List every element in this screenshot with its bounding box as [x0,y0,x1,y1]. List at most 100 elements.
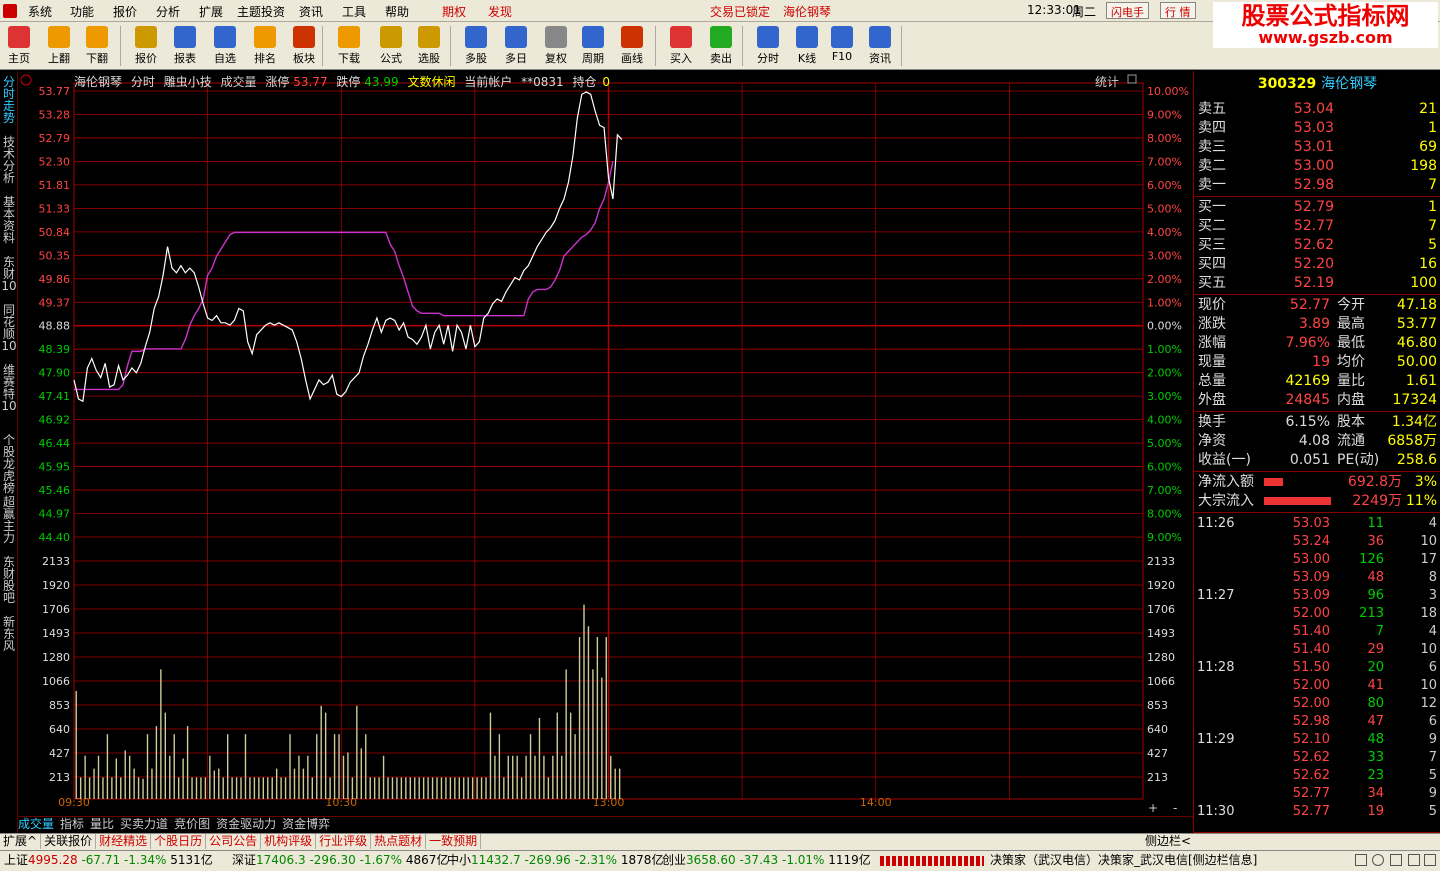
menu-info[interactable]: 资讯 [299,3,323,20]
ask-row[interactable]: 卖二 53.00 198 [1194,157,1440,176]
info-mode[interactable]: 分时 [131,75,155,89]
chart-tab[interactable]: 指标 [60,817,84,832]
chart-tab[interactable]: 资金博弈 [282,817,330,832]
index-chinext[interactable]: 创业3658.60 -37.43 -1.01% 1119亿 [662,851,871,870]
formula-button[interactable]: 公式 [374,24,408,68]
download-button[interactable]: 下载 [332,24,366,68]
ask-row[interactable]: 卖四 53.03 1 [1194,119,1440,138]
f10-button[interactable]: F10 [825,24,859,68]
draw-line-button[interactable]: 画线 [615,24,649,68]
bottom-tab[interactable]: 公司公告 [206,834,262,849]
bottom-tab[interactable]: 一致预期 [426,834,482,849]
bottom-tab[interactable]: 关联报价 [41,834,97,849]
stock-code: 300329 [1257,76,1317,92]
page-up-button[interactable]: 上翻 [42,24,76,68]
watchlist-button[interactable]: 自选 [208,24,242,68]
info-indicator[interactable]: 雕虫小技 [164,75,212,89]
stat-value: 4.08 [1298,433,1330,449]
adjust-button[interactable]: 复权 [539,24,573,68]
tick-row: 52.00 41 10 [1194,677,1440,695]
settings-icon[interactable] [1408,854,1420,866]
sell-button[interactable]: 卖出 [704,24,738,68]
chart-tab[interactable]: 买卖力道 [120,817,168,832]
tick-price: 52.00 [1292,678,1330,693]
bid-row[interactable]: 买五 52.19 100 [1194,274,1440,293]
kline-button[interactable]: K线 [790,24,824,68]
tick-count: 4 [1428,624,1437,639]
quote-button[interactable]: 行 情 [1160,2,1196,19]
intraday-chart[interactable]: 53.77 10.00% 53.28 9.00% 52.79 8.00% 52.30 7.00… [18,71,1193,816]
index-shanghai[interactable]: 上证4995.28 -67.71 -1.34% 5131亿 [4,851,213,870]
chart-tab[interactable]: 成交量 [18,817,54,832]
intraday-button[interactable]: 分时 [751,24,785,68]
globe-icon[interactable] [1372,854,1384,866]
zoom-out-icon[interactable]: - [1173,801,1177,815]
menu-extend[interactable]: 扩展 [199,3,223,20]
menu-tools[interactable]: 工具 [342,3,366,20]
ranking-button[interactable]: 排名 [248,24,282,68]
menu-option[interactable]: 期权 [442,3,466,20]
sector-button[interactable]: 板块 [287,24,321,68]
lock-icon[interactable] [1424,854,1436,866]
bid-row[interactable]: 买一 52.79 1 [1194,198,1440,217]
page-up-icon [48,26,70,48]
side-toggle[interactable]: 侧边栏< [1142,834,1194,849]
leftnav-tab[interactable]: 东财股吧 [1,556,17,614]
leftnav-tab[interactable]: 超赢主力 [1,496,17,554]
period-button[interactable]: 周期 [576,24,610,68]
leftnav-tab[interactable]: 东财10 [1,256,17,300]
home-button[interactable]: 主页 [2,24,36,68]
menu-help[interactable]: 帮助 [385,3,409,20]
leftnav-tab[interactable]: 基本资料 [1,196,17,254]
news-icon [869,26,891,48]
tick-count: 7 [1428,750,1437,765]
chart-tab[interactable]: 竞价图 [174,817,210,832]
chart-tab[interactable]: 资金驱动力 [216,817,276,832]
zoom-in-icon[interactable]: + [1148,801,1158,815]
leftnav-tab[interactable]: 分时走势 [1,76,17,134]
menu-function[interactable]: 功能 [70,3,94,20]
menu-analysis[interactable]: 分析 [156,3,180,20]
menu-theme-invest[interactable]: 主题投资 [237,3,285,20]
news-button[interactable]: 资讯 [863,24,897,68]
tick-row: 51.40 7 4 [1194,623,1440,641]
stock-picker-button[interactable]: 选股 [412,24,446,68]
bid-row[interactable]: 买二 52.77 7 [1194,217,1440,236]
window-icon[interactable] [1355,854,1367,866]
flash-trade-button[interactable]: 闪电手 [1106,2,1149,19]
sound-icon[interactable] [1390,854,1402,866]
ask-row[interactable]: 卖一 52.98 7 [1194,176,1440,195]
leftnav-tab[interactable]: 维赛特10 [1,364,17,432]
bottom-tab[interactable]: 热点题材 [371,834,427,849]
chart-svg[interactable]: 53.77 10.00% 53.28 9.00% 52.79 8.00% 52.30 7.00… [18,71,1193,816]
menu-discover[interactable]: 发现 [488,3,512,20]
bid-row[interactable]: 买三 52.62 5 [1194,236,1440,255]
multi-day-button[interactable]: 多日 [499,24,533,68]
leftnav-tab[interactable]: 个股龙虎榜 [1,434,17,494]
bottom-tab[interactable]: 机构评级 [261,834,317,849]
buy-button[interactable]: 买入 [664,24,698,68]
leftnav-tab[interactable]: 技术分析 [1,136,17,194]
stats-button[interactable]: 统计 [1095,73,1119,90]
index-shenzhen[interactable]: 深证17406.3 -296.30 -1.67% 4867亿 [232,851,448,870]
menu-system[interactable]: 系统 [28,3,52,20]
chart-info-bar: 海伦钢琴 分时 雕虫小技 成交量 涨停 53.77 跌停 43.99 文数休闲 … [74,73,615,90]
ask-row[interactable]: 卖三 53.01 69 [1194,138,1440,157]
menu-quote[interactable]: 报价 [113,3,137,20]
leftnav-tab[interactable]: 同花顺10 [1,304,17,362]
bottom-tab[interactable]: 行业评级 [316,834,372,849]
bottom-tab[interactable]: 财经精选 [96,834,152,849]
ask-row[interactable]: 卖五 53.04 21 [1194,100,1440,119]
chart-tab[interactable]: 量比 [90,817,114,832]
index-sme[interactable]: 中小11432.7 -269.96 -2.31% 1878亿 [447,851,663,870]
bottom-tab[interactable]: 扩展^ [0,834,42,849]
report-button[interactable]: 报表 [168,24,202,68]
bottom-tab[interactable]: 个股日历 [151,834,207,849]
toolbar-label: 主页 [8,52,30,65]
toolbar-label: 卖出 [710,52,732,65]
quote-button[interactable]: 报价 [129,24,163,68]
page-down-button[interactable]: 下翻 [80,24,114,68]
multi-stock-button[interactable]: 多股 [459,24,493,68]
leftnav-tab[interactable]: 新东风 [1,616,17,652]
bid-row[interactable]: 买四 52.20 16 [1194,255,1440,274]
